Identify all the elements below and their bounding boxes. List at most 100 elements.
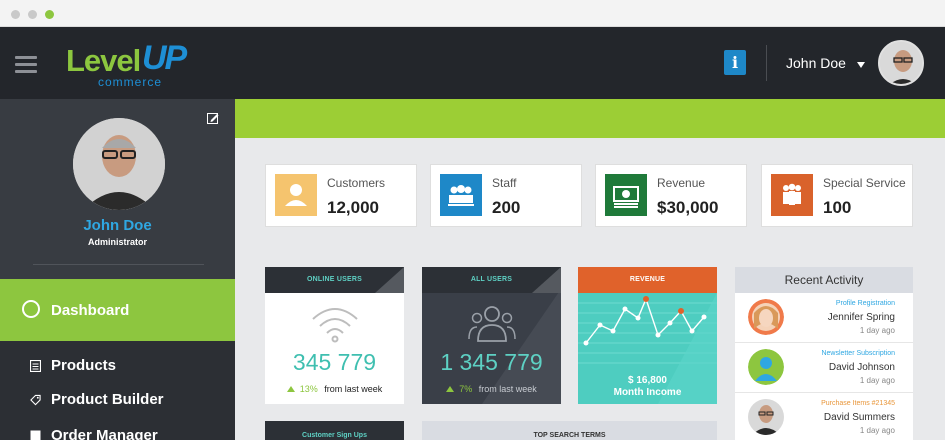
change-percent: 7% (459, 384, 473, 394)
sparkline-point (701, 314, 707, 320)
card-corner-decoration (375, 267, 404, 293)
stat-label: Special Service (823, 176, 906, 190)
revenue-caption: Month Income (613, 387, 682, 398)
stat-label: Staff (492, 176, 517, 190)
top-header: Level UP commerce i John Doe (0, 27, 945, 99)
sparkline-point (655, 332, 661, 338)
stat-label: Revenue (657, 176, 706, 190)
sparkline-point (689, 328, 695, 334)
trend-up-icon (286, 386, 295, 392)
window-minimize-dot[interactable] (28, 10, 37, 19)
activity-avatar (748, 399, 784, 435)
activity-name: Jennifer Spring (827, 312, 895, 323)
staff-icon (440, 174, 482, 216)
sparkline-point-highlight (678, 308, 684, 314)
logo-up-text: UP (142, 39, 187, 77)
stat-value: $30,000 (657, 198, 719, 217)
revenue-amount: $ 16,800 (628, 375, 667, 386)
chevron-down-icon[interactable] (857, 62, 865, 68)
sidebar-profile-role: Administrator (87, 237, 147, 247)
recent-activity-panel: Recent Activity Profile Registration Jen… (735, 267, 913, 440)
activity-avatar (748, 299, 784, 335)
sidebar-item-label: Order Manager (51, 427, 158, 440)
stat-card-staff[interactable]: Staff 200 (430, 164, 582, 227)
activity-type: Purchase Items #21345 (821, 400, 895, 407)
sidebar-item-product-builder[interactable]: Product Builder (0, 384, 235, 414)
sidebar-avatar[interactable] (73, 118, 165, 210)
change-suffix: from last week (478, 384, 537, 394)
card-title: Customer Sign Ups (302, 432, 367, 439)
activity-time: 1 day ago (859, 426, 895, 435)
sidebar-item-dashboard[interactable]: Dashboard (0, 279, 235, 341)
card-value: 345 779 (292, 349, 377, 375)
sidebar-item-label: Dashboard (51, 302, 130, 319)
header-divider (766, 45, 767, 81)
card-title: TOP SEARCH TERMS (533, 432, 606, 439)
window-close-dot[interactable] (11, 10, 20, 19)
group-icon (771, 174, 813, 216)
card-change: 13% from last week (265, 384, 404, 394)
card-all-users[interactable]: ALL USERS 1 345 779 7% from last week (422, 267, 561, 404)
stat-card-revenue[interactable]: Revenue $30,000 (595, 164, 747, 227)
card-change: 7% from last week (422, 384, 561, 394)
stat-card-customers[interactable]: Customers 12,000 (265, 164, 417, 227)
activity-item[interactable]: Newsletter Subscription David Johnson 1 … (735, 343, 913, 393)
users-icon (468, 306, 516, 342)
card-online-users[interactable]: ONLINE USERS 345 779 13% from last week (265, 267, 404, 404)
card-top-search-terms[interactable]: TOP SEARCH TERMS (422, 421, 717, 440)
sparkline-point (667, 320, 673, 326)
activity-name: David Summers (823, 412, 895, 423)
stat-label: Customers (327, 176, 386, 190)
page-banner (235, 99, 945, 138)
browser-chrome (0, 0, 945, 27)
sidebar-item-products[interactable]: Products (0, 350, 235, 380)
menu-icon[interactable] (15, 56, 37, 74)
tag-icon (30, 394, 41, 406)
sparkline-point (597, 322, 603, 328)
sidebar-profile: John Doe Administrator (0, 99, 235, 279)
card-revenue[interactable]: REVENUE $ 16,800 Month Income (578, 267, 717, 404)
card-value: 1 345 779 (440, 349, 543, 375)
stat-value: 100 (823, 198, 852, 217)
products-icon (30, 360, 41, 372)
activity-type: Profile Registration (835, 300, 895, 307)
info-icon[interactable]: i (724, 50, 746, 75)
change-suffix: from last week (324, 384, 383, 394)
activity-avatar (748, 349, 784, 385)
activity-time: 1 day ago (859, 376, 895, 385)
activity-item[interactable]: Profile Registration Jennifer Spring 1 d… (735, 293, 913, 343)
sidebar: John Doe Administrator Dashboard Product… (0, 99, 235, 440)
activity-item[interactable]: Purchase Items #21345 David Summers 1 da… (735, 393, 913, 440)
sidebar-item-label: Products (51, 357, 117, 374)
brand-logo[interactable]: Level UP commerce (66, 39, 206, 91)
wifi-icon (312, 308, 358, 343)
sparkline-point-highlight (643, 296, 649, 302)
header-avatar[interactable] (878, 40, 924, 86)
change-percent: 13% (299, 384, 318, 394)
sparkline-point (622, 306, 628, 312)
sidebar-divider (33, 264, 204, 265)
activity-time: 1 day ago (859, 326, 895, 335)
dashboard-icon (22, 300, 40, 318)
trend-up-icon (446, 386, 455, 392)
sidebar-item-order-manager[interactable]: Order Manager (0, 420, 235, 440)
card-customer-signups[interactable]: Customer Sign Ups (265, 421, 404, 440)
sidebar-profile-name: John Doe (83, 217, 152, 234)
customer-icon (275, 174, 317, 216)
stat-value: 200 (492, 198, 521, 217)
card-title: REVENUE (578, 267, 717, 293)
sparkline-point (635, 315, 641, 321)
logo-level-text: Level (66, 43, 141, 78)
sparkline-point (610, 328, 616, 334)
edit-icon[interactable] (207, 112, 219, 124)
recent-activity-title: Recent Activity (735, 267, 913, 293)
logo-commerce-text: commerce (98, 75, 163, 89)
money-icon (605, 174, 647, 216)
sparkline-point (583, 340, 589, 346)
header-user-name[interactable]: John Doe (786, 55, 846, 71)
stat-card-special-service[interactable]: Special Service 100 (761, 164, 913, 227)
order-icon (30, 430, 41, 440)
sidebar-item-label: Product Builder (51, 391, 164, 408)
activity-name: David Johnson (828, 362, 895, 373)
window-maximize-dot[interactable] (45, 10, 54, 19)
